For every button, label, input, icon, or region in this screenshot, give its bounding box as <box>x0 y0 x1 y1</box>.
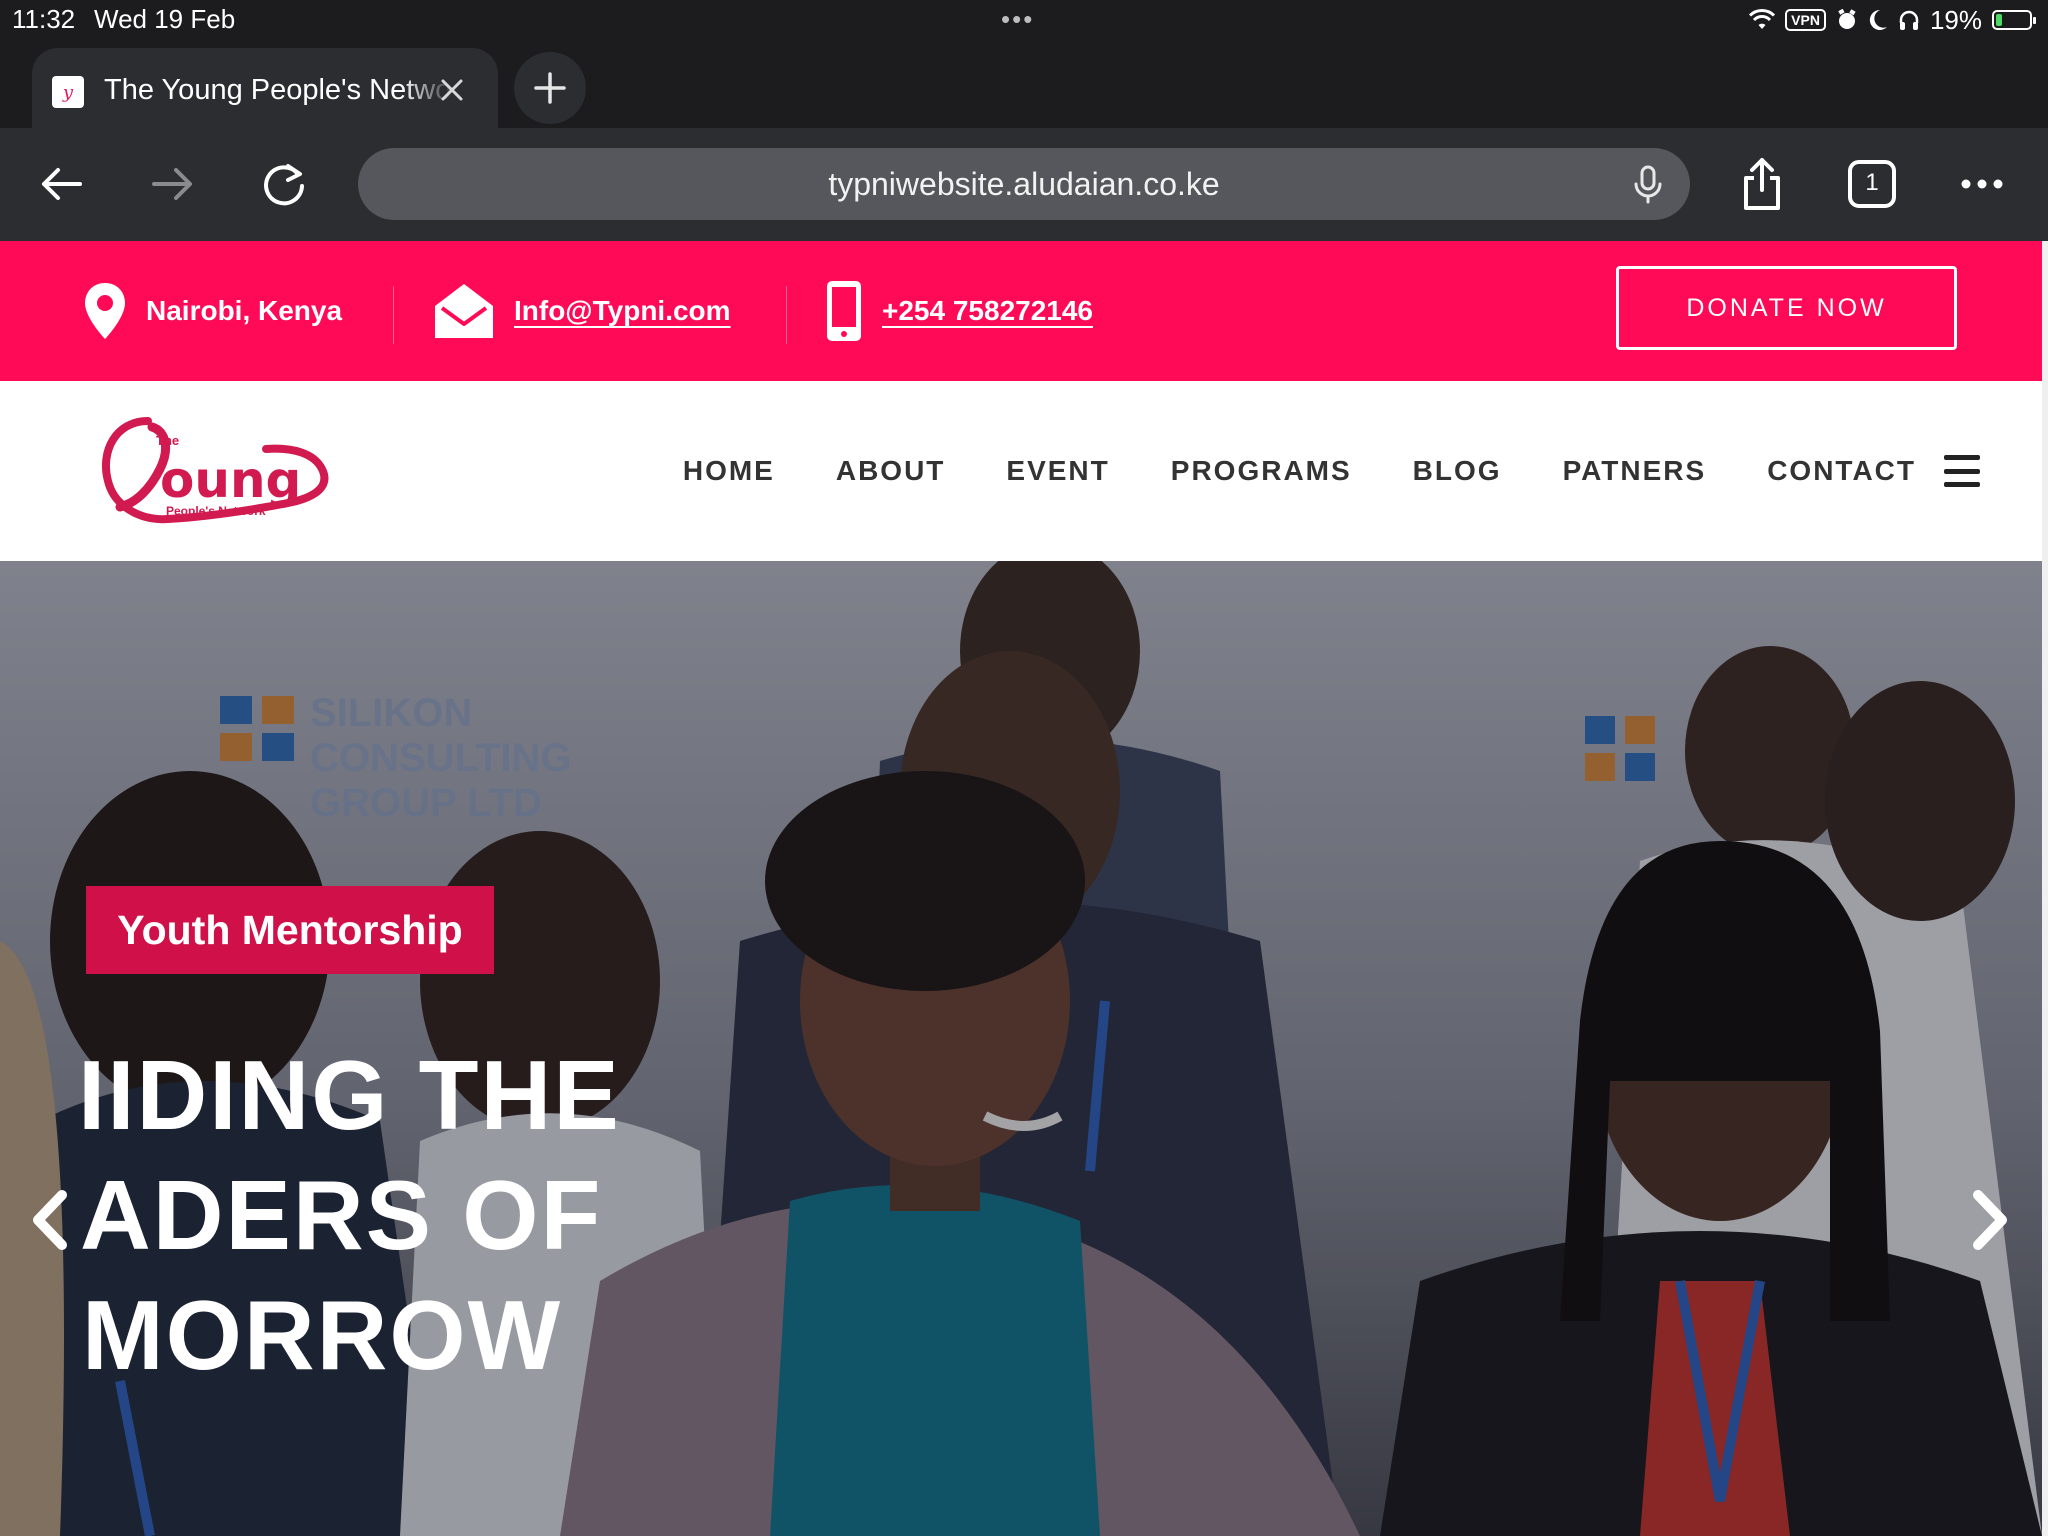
nav-home[interactable]: HOME <box>683 455 775 487</box>
email-info: Info@Typni.com <box>432 241 731 381</box>
location-pin-icon <box>85 283 125 339</box>
location-info: Nairobi, Kenya <box>82 241 342 381</box>
logo-main-text: oung <box>160 451 301 509</box>
nav-contact[interactable]: CONTACT <box>1767 455 1916 487</box>
donate-now-button[interactable]: DONATE NOW <box>1616 266 1957 350</box>
status-date: Wed 19 Feb <box>94 4 236 34</box>
hero-title-line-2: ADERS OF <box>80 1160 603 1270</box>
reload-icon[interactable] <box>252 152 316 216</box>
site-favicon-icon: y <box>52 76 84 108</box>
wifi-icon <box>1749 9 1776 29</box>
share-icon[interactable] <box>1730 152 1794 216</box>
status-time: 11:32 <box>12 4 76 34</box>
hero-title-line-3: MORROW <box>82 1280 563 1390</box>
vpn-badge: VPN <box>1785 9 1826 31</box>
browser-toolbar: typniwebsite.aludaian.co.ke 1 <box>0 128 2048 241</box>
alarm-icon <box>1838 9 1856 29</box>
nav-programs[interactable]: PROGRAMS <box>1171 455 1352 487</box>
location-text: Nairobi, Kenya <box>146 295 343 326</box>
headphones-icon <box>1899 10 1919 30</box>
logo-the-text: The <box>156 433 179 448</box>
nav-about[interactable]: ABOUT <box>836 455 946 487</box>
mobile-phone-icon <box>827 281 861 341</box>
hero-category-badge: Youth Mentorship <box>86 886 494 974</box>
main-navbar: The oung People's Network HOME ABOUT EVE… <box>0 381 2042 561</box>
phone-link[interactable]: +254 758272146 <box>882 295 1093 327</box>
more-options-icon[interactable] <box>1950 152 2014 216</box>
address-bar[interactable]: typniwebsite.aludaian.co.ke <box>358 148 1690 220</box>
tab-title: The Young People's Network <box>104 74 454 106</box>
tab-count: 1 <box>1865 169 1879 196</box>
phone-info: +254 758272146 <box>824 241 1093 381</box>
contact-topbar: Nairobi, Kenya Info@Typni.com +254 75827… <box>0 241 2042 381</box>
battery-level <box>1996 14 2002 26</box>
url-text: typniwebsite.aludaian.co.ke <box>828 166 1220 202</box>
battery-icon <box>1992 10 2036 30</box>
page-scrollbar[interactable] <box>2042 241 2048 1536</box>
hero-caption: Youth Mentorship IIDING THE ADERS OF MOR… <box>0 561 2042 1536</box>
browser-tab[interactable]: y The Young People's Network <box>32 48 498 128</box>
new-tab-button[interactable] <box>514 52 586 124</box>
multitasking-dots[interactable]: ••• <box>1001 4 1034 35</box>
close-tab-icon[interactable] <box>432 70 472 110</box>
email-link[interactable]: Info@Typni.com <box>514 295 731 327</box>
microphone-icon[interactable] <box>1626 162 1670 206</box>
tabs-overview-button[interactable]: 1 <box>1840 152 1904 216</box>
battery-percent: 19% <box>1929 4 1982 35</box>
nav-patners[interactable]: PATNERS <box>1563 455 1707 487</box>
forward-arrow-icon[interactable] <box>140 152 204 216</box>
young-peoples-network-logo[interactable]: The oung People's Network <box>96 411 336 535</box>
slider-prev-arrow-icon[interactable] <box>24 1185 74 1255</box>
status-indicators: VPN 19% <box>1749 4 2036 36</box>
nav-blog[interactable]: BLOG <box>1413 455 1502 487</box>
envelope-icon <box>435 284 493 338</box>
moon-icon <box>1869 9 1887 30</box>
nav-menu: HOME ABOUT EVENT PROGRAMS BLOG PATNERS C… <box>622 381 1980 561</box>
hamburger-menu-icon[interactable] <box>1944 455 1980 487</box>
logo-sub-text: People's Network <box>166 504 266 518</box>
status-bar: 11:32 Wed 19 Feb ••• VPN 19% <box>0 0 2048 40</box>
back-arrow-icon[interactable] <box>30 152 94 216</box>
nav-event[interactable]: EVENT <box>1006 455 1109 487</box>
hero-slider: SILIKON CONSULTING GROUP LTD Youth Mento… <box>0 561 2042 1536</box>
tab-strip: y The Young People's Network <box>0 40 2048 128</box>
slider-next-arrow-icon[interactable] <box>1966 1185 2016 1255</box>
hero-title-line-1: IIDING THE <box>78 1040 621 1150</box>
web-page: Nairobi, Kenya Info@Typni.com +254 75827… <box>0 241 2042 1536</box>
